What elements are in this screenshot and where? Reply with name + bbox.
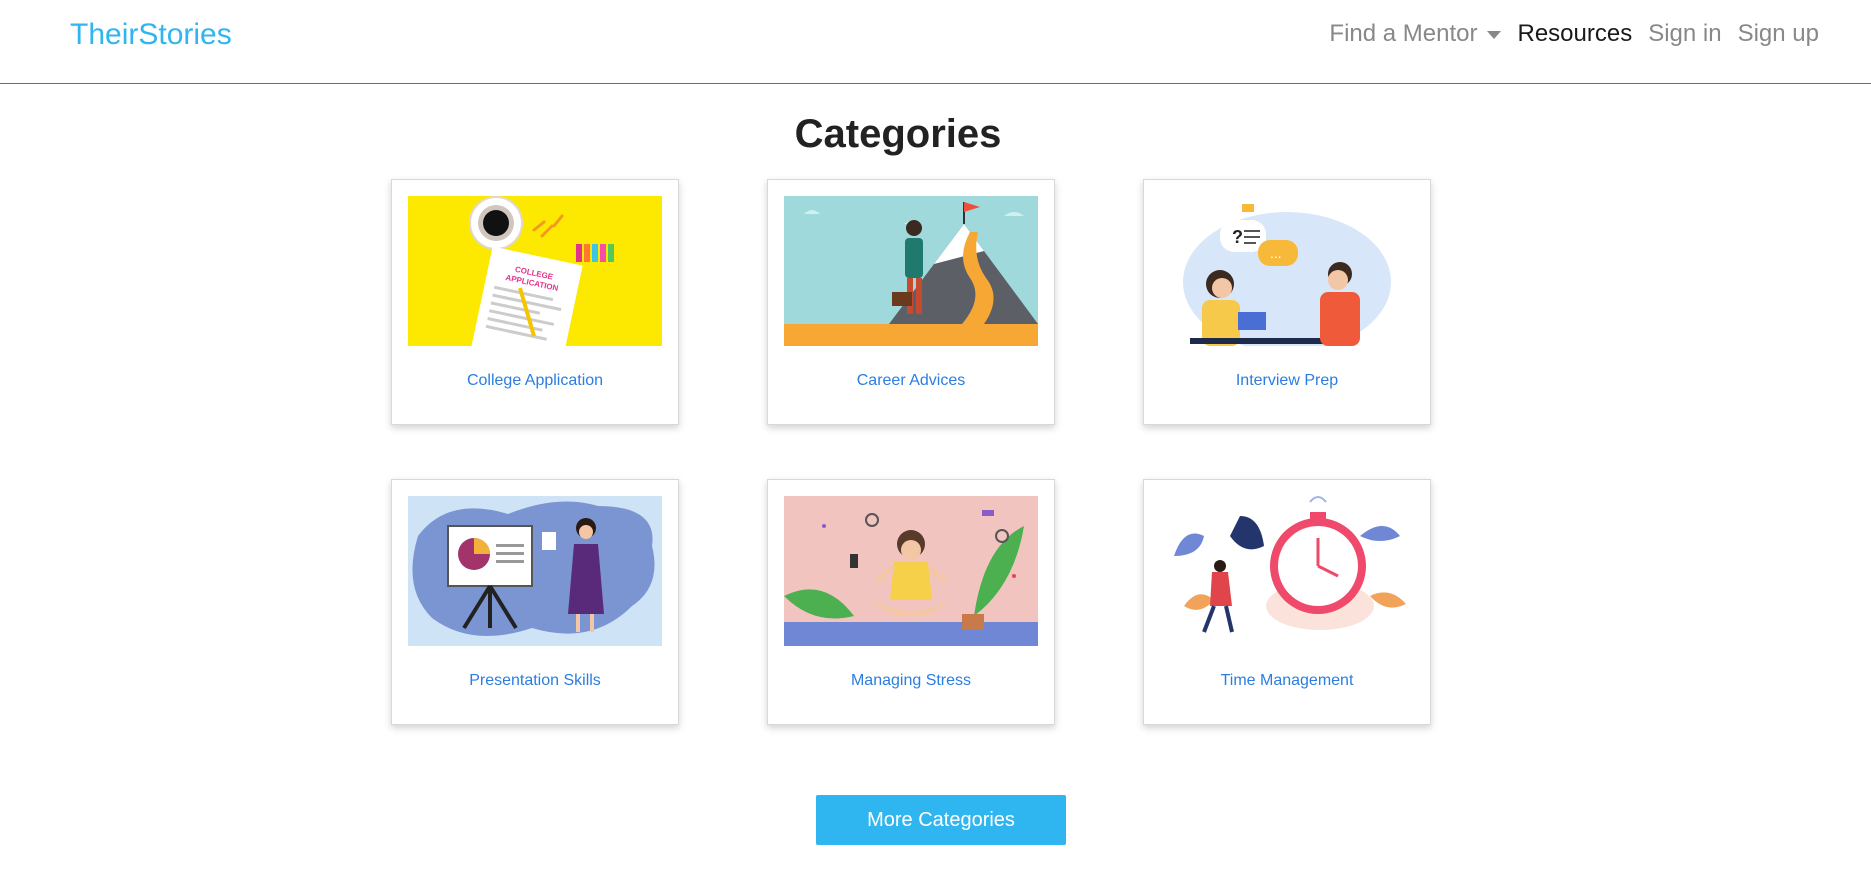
career-advices-image <box>784 196 1038 346</box>
interview-prep-image: ? ... <box>1160 196 1414 346</box>
caret-down-icon <box>1487 30 1502 39</box>
category-label: Career Advices <box>856 372 966 389</box>
find-mentor-dropdown[interactable]: Find a Mentor <box>1329 20 1502 48</box>
brand-logo-link[interactable]: TheirStories <box>70 18 232 52</box>
top-navbar: TheirStories Find a Mentor Resources Sig… <box>0 0 1871 84</box>
category-label: Time Management <box>1220 672 1354 689</box>
more-categories-button[interactable]: More Categories <box>816 795 1066 845</box>
category-card-college-application[interactable]: COLLEGE APPLICATION College Application <box>391 179 679 425</box>
svg-text:?: ? <box>1232 227 1243 247</box>
sign-in-link[interactable]: Sign in <box>1648 20 1721 48</box>
page-title: Categories <box>794 112 1002 156</box>
college-application-image: COLLEGE APPLICATION <box>408 196 662 346</box>
category-card-interview-prep[interactable]: ? ... Interview Prep <box>1143 179 1431 425</box>
category-label: Managing Stress <box>850 672 972 689</box>
nav-links: Find a Mentor Resources Sign in Sign up <box>1313 20 1819 48</box>
category-card-managing-stress[interactable]: Managing Stress <box>767 479 1055 725</box>
category-label: Presentation Skills <box>469 672 601 689</box>
category-card-time-management[interactable]: Time Management <box>1143 479 1431 725</box>
category-label: Interview Prep <box>1235 372 1339 389</box>
find-mentor-label: Find a Mentor <box>1329 20 1478 47</box>
category-card-presentation-skills[interactable]: Presentation Skills <box>391 479 679 725</box>
svg-text:...: ... <box>1270 245 1282 261</box>
category-card-career-advices[interactable]: Career Advices <box>767 179 1055 425</box>
sign-up-link[interactable]: Sign up <box>1738 20 1819 48</box>
category-label: College Application <box>466 372 604 389</box>
presentation-skills-image <box>408 496 662 646</box>
time-management-image <box>1160 496 1414 646</box>
resources-link[interactable]: Resources <box>1517 20 1632 48</box>
managing-stress-image <box>784 496 1038 646</box>
